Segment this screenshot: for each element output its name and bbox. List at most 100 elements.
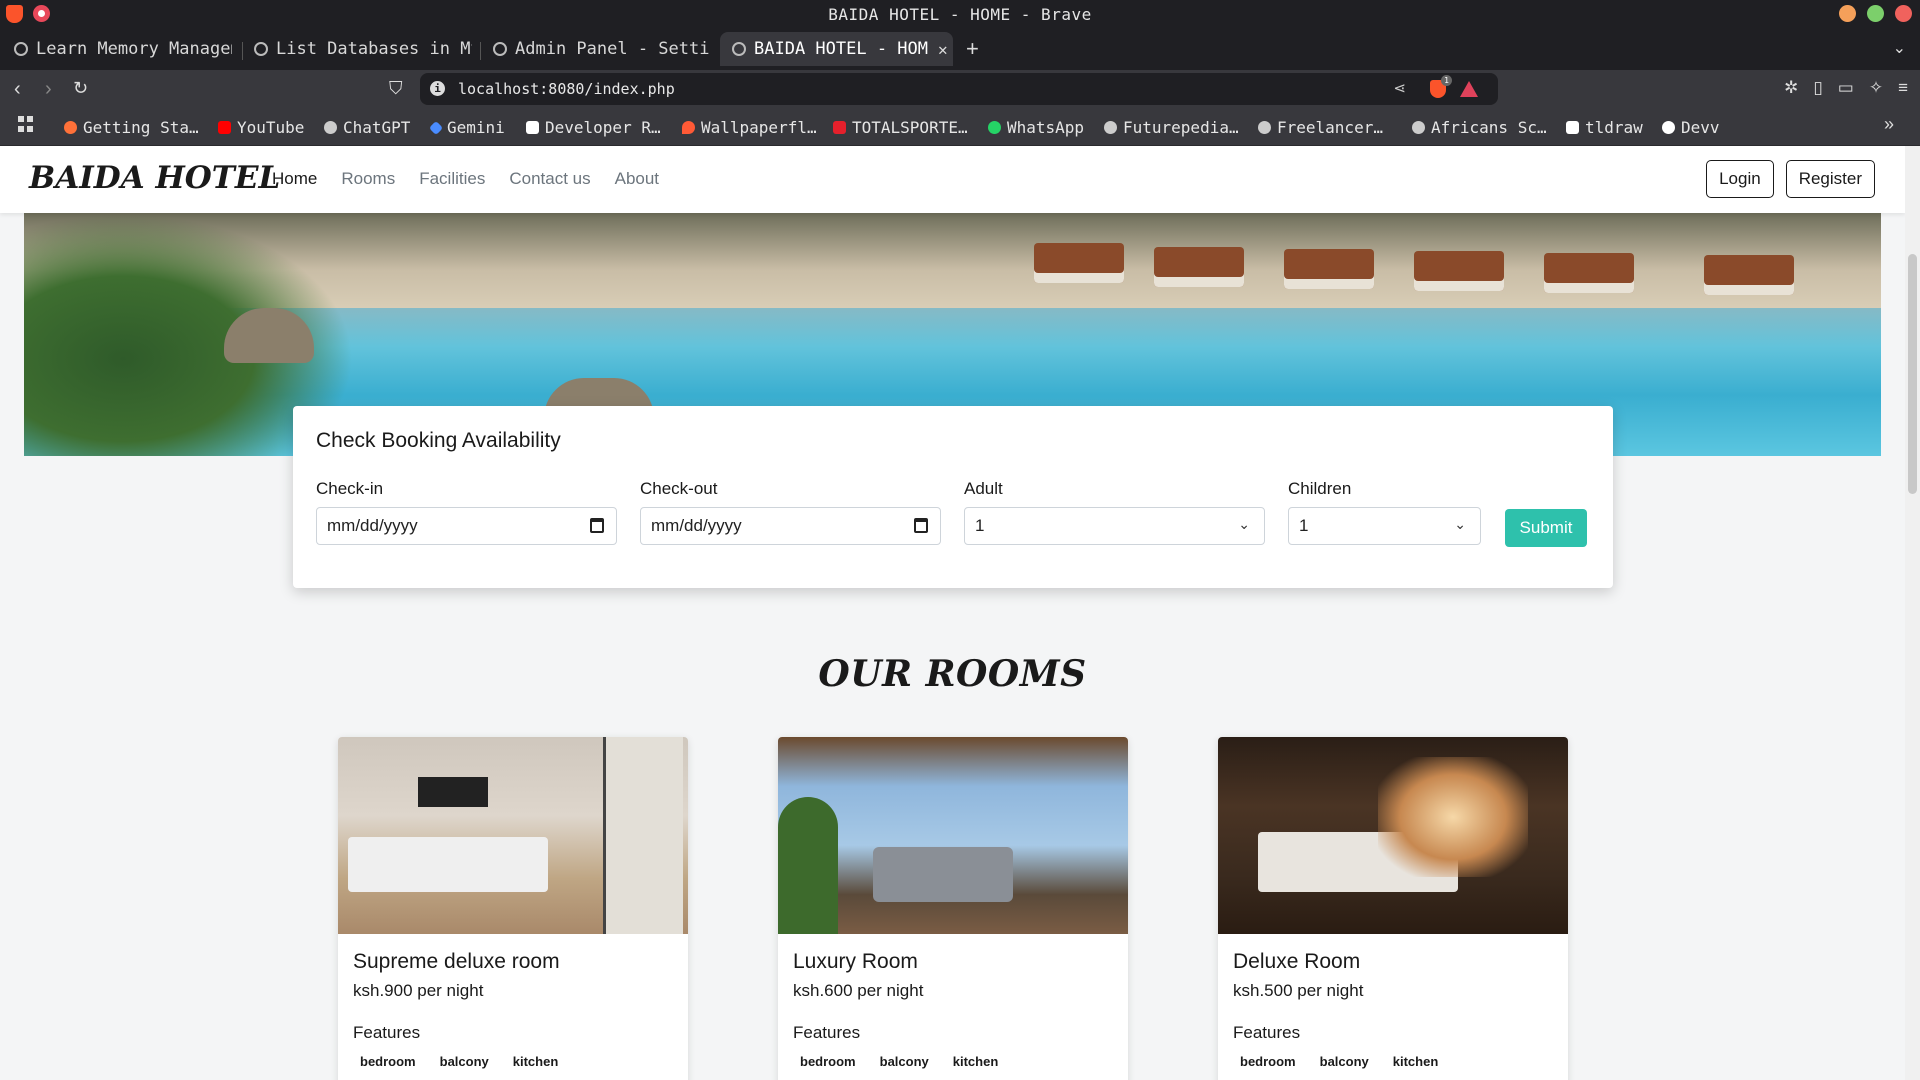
tab-learn-memory[interactable]: Learn Memory Managem — [14, 32, 232, 66]
bookmark-youtube[interactable]: YouTube — [218, 118, 304, 137]
forward-icon[interactable]: › — [45, 78, 52, 101]
feature-badge: balcony — [1312, 1051, 1376, 1072]
room-image[interactable] — [778, 737, 1128, 934]
bookmark-africans[interactable]: Africans Sc… — [1412, 118, 1547, 137]
bookmark-chatgpt[interactable]: ChatGPT — [324, 118, 410, 137]
chevron-down-icon[interactable]: ⌄ — [1893, 38, 1906, 58]
booking-form: Check Booking Availability Check-in mm/d… — [293, 406, 1613, 588]
new-tab-button[interactable]: + — [966, 36, 979, 62]
room-price: ksh.600 per night — [793, 981, 924, 1000]
bookmark-icon[interactable]: ⛉ — [389, 78, 403, 99]
features-label: Features — [353, 1023, 421, 1042]
bookmarks-overflow-icon[interactable]: » — [1884, 114, 1894, 135]
adult-select[interactable]: 1 ⌄ — [964, 507, 1265, 545]
room-name: Luxury Room — [793, 950, 918, 973]
children-select[interactable]: 1 ⌄ — [1288, 507, 1481, 545]
room-card[interactable]: Deluxe Room ksh.500 per night Features b… — [1218, 737, 1568, 1080]
bookmark-label: ChatGPT — [343, 118, 411, 137]
totalsportek-icon — [833, 121, 846, 134]
bookmark-getting-started[interactable]: Getting Sta… — [64, 118, 199, 137]
feature-badge: bedroom — [793, 1051, 863, 1072]
bookmark-label: Devv — [1681, 118, 1720, 137]
tab-admin-panel[interactable]: Admin Panel - Settin — [493, 32, 711, 66]
page-scrollbar[interactable] — [1905, 146, 1920, 1080]
tab-strip: Learn Memory Managem List Databases in M… — [0, 28, 1920, 70]
site-menu: Home Rooms Facilities Contact us About — [272, 169, 659, 189]
children-group: Children 1 ⌄ — [1288, 479, 1481, 545]
address-bar[interactable]: i localhost:8080/index.php ⋖ 1 — [420, 73, 1498, 105]
wallet-icon[interactable]: ▭ — [1838, 78, 1854, 98]
bookmark-futurepedia[interactable]: Futurepedia… — [1104, 118, 1239, 137]
tab-label: BAIDA HOTEL - HOM — [754, 39, 928, 59]
bookmark-label: Futurepedia… — [1123, 118, 1239, 137]
bookmark-developer[interactable]: Developer R… — [526, 118, 661, 137]
shield-count-badge: 1 — [1441, 75, 1452, 86]
features-label: Features — [1233, 1023, 1301, 1042]
room-price: ksh.900 per night — [353, 981, 484, 1000]
nav-about[interactable]: About — [615, 169, 659, 189]
checkin-label: Check-in — [316, 479, 384, 498]
tab-label: List Databases in My — [276, 39, 472, 59]
site-navbar: BAIDA HOTEL Home Rooms Facilities Contac… — [0, 146, 1905, 213]
feature-badge: kitchen — [945, 1051, 1006, 1072]
bookmark-devv[interactable]: Devv — [1662, 118, 1720, 137]
bookmark-wallpaperflare[interactable]: Wallpaperfl… — [682, 118, 817, 137]
checkin-input[interactable]: mm/dd/yyyy — [316, 507, 617, 545]
leo-ai-icon[interactable]: ✧ — [1869, 78, 1883, 98]
url-text[interactable]: localhost:8080/index.php — [458, 80, 675, 98]
close-tab-icon[interactable]: ✕ — [938, 40, 948, 59]
room-card[interactable]: Luxury Room ksh.600 per night Features b… — [778, 737, 1128, 1080]
calendar-icon[interactable] — [914, 518, 928, 533]
bookmark-whatsapp[interactable]: WhatsApp — [988, 118, 1084, 137]
bookmark-label: Wallpaperfl… — [701, 118, 817, 137]
nav-contact[interactable]: Contact us — [509, 169, 590, 189]
bookmark-gemini[interactable]: Gemini — [428, 118, 505, 137]
extensions-icon[interactable]: ✲ — [1784, 78, 1798, 98]
checkout-input[interactable]: mm/dd/yyyy — [640, 507, 941, 545]
room-card[interactable]: Supreme deluxe room ksh.900 per night Fe… — [338, 737, 688, 1080]
window-title: BAIDA HOTEL - HOME - Brave — [828, 5, 1092, 24]
checkin-group: Check-in mm/dd/yyyy — [316, 479, 617, 545]
features-label: Features — [793, 1023, 861, 1042]
room-image[interactable] — [338, 737, 688, 934]
flame-icon — [682, 121, 695, 134]
globe-icon — [14, 42, 28, 56]
bookmark-totalsportek[interactable]: TOTALSPORTE… — [833, 118, 968, 137]
close-window-icon[interactable] — [1895, 5, 1912, 22]
bookmark-freelancer[interactable]: Freelancer… — [1258, 118, 1383, 137]
site-info-icon[interactable]: i — [430, 81, 445, 96]
checkin-placeholder: mm/dd/yyyy — [327, 516, 418, 535]
register-button[interactable]: Register — [1785, 160, 1875, 198]
sidebar-icon[interactable]: ▯ — [1813, 78, 1822, 98]
brave-rewards-icon[interactable] — [1460, 81, 1478, 97]
maximize-icon[interactable] — [1867, 5, 1884, 22]
apps-grid-icon[interactable] — [18, 116, 34, 132]
bookmark-tldraw[interactable]: tldraw — [1566, 118, 1643, 137]
room-price: ksh.500 per night — [1233, 981, 1364, 1000]
site-brand[interactable]: BAIDA HOTEL — [29, 160, 280, 196]
back-icon[interactable]: ‹ — [14, 78, 21, 101]
rooms-section-title: OUR ROOMS — [818, 653, 1087, 695]
menu-icon[interactable]: ≡ — [1898, 78, 1908, 98]
tldraw-icon — [1566, 121, 1579, 134]
scrollbar-thumb[interactable] — [1908, 254, 1917, 494]
nav-facilities[interactable]: Facilities — [419, 169, 485, 189]
checkout-label: Check-out — [640, 479, 718, 498]
minimize-icon[interactable] — [1839, 5, 1856, 22]
room-image[interactable] — [1218, 737, 1568, 934]
reload-icon[interactable]: ↻ — [73, 78, 88, 99]
children-value: 1 — [1299, 516, 1309, 535]
bookmark-label: YouTube — [237, 118, 305, 137]
calendar-icon[interactable] — [590, 518, 604, 533]
bookmark-label: WhatsApp — [1007, 118, 1085, 137]
nav-home[interactable]: Home — [272, 169, 317, 189]
youtube-icon — [218, 121, 231, 134]
login-button[interactable]: Login — [1706, 160, 1774, 198]
share-icon[interactable]: ⋖ — [1393, 79, 1406, 97]
tab-list-databases[interactable]: List Databases in My — [254, 32, 472, 66]
submit-button[interactable]: Submit — [1505, 509, 1587, 547]
bookmark-label: Africans Sc… — [1431, 118, 1547, 137]
nav-rooms[interactable]: Rooms — [341, 169, 395, 189]
tab-baida-hotel[interactable]: BAIDA HOTEL - HOM ✕ — [720, 32, 953, 66]
bookmark-label: Gemini — [447, 118, 505, 137]
